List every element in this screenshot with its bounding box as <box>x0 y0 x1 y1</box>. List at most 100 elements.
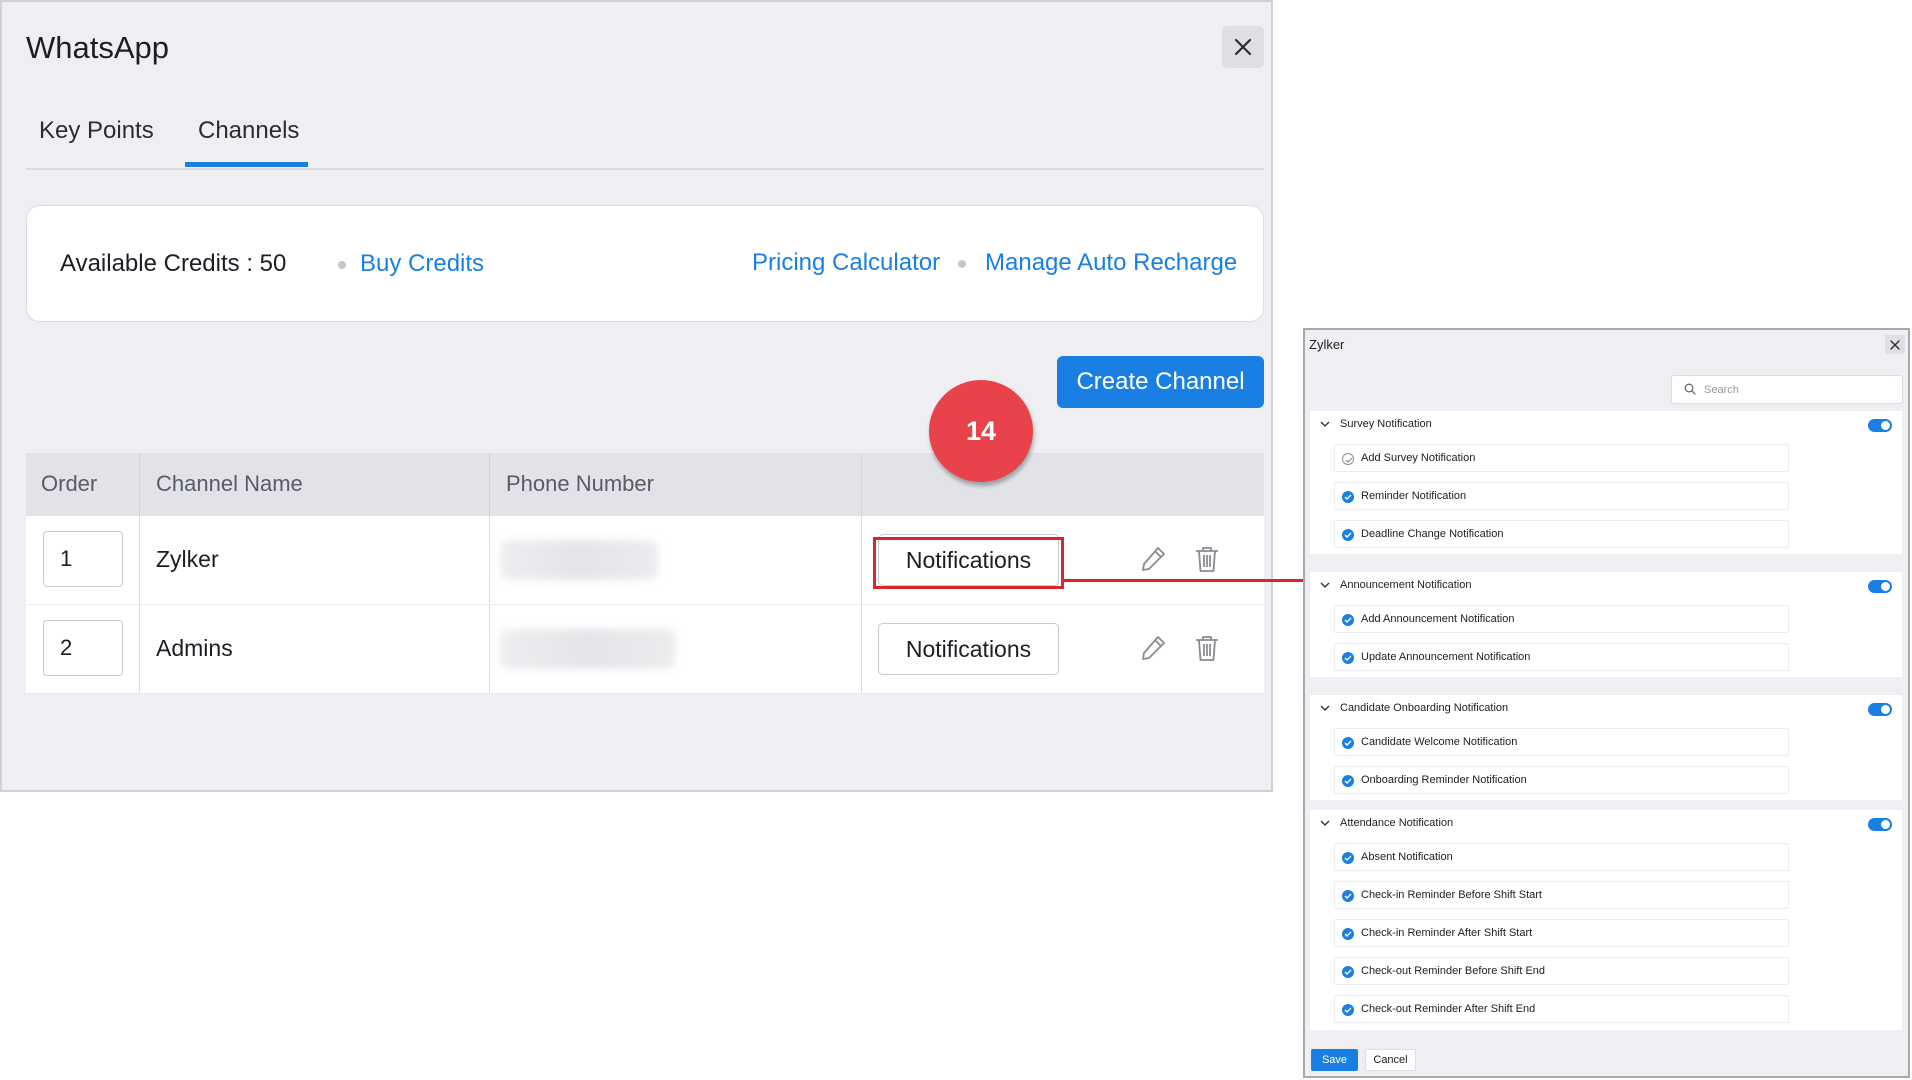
column-divider <box>139 516 140 604</box>
panel-title: Zylker <box>1309 337 1345 352</box>
cancel-button[interactable]: Cancel <box>1365 1049 1416 1071</box>
group-title: Survey Notification <box>1340 418 1432 430</box>
dialog-title: WhatsApp <box>26 30 170 65</box>
available-credits: Available Credits : 50 <box>60 250 287 277</box>
notification-item[interactable]: Check-in Reminder After Shift Start <box>1334 919 1789 947</box>
notification-item-label: Check-in Reminder Before Shift Start <box>1361 889 1542 901</box>
notification-item[interactable]: Check-out Reminder Before Shift End <box>1334 957 1789 985</box>
notification-item-label: Reminder Notification <box>1361 490 1467 502</box>
notification-item-label: Deadline Change Notification <box>1361 528 1504 540</box>
credits-card: Available Credits : 50 Buy Credits Prici… <box>26 205 1264 322</box>
order-input[interactable]: 1 <box>43 531 123 587</box>
trash-icon <box>1196 636 1218 661</box>
callout-connector-line <box>1064 579 1303 582</box>
notification-item-label: Check-out Reminder After Shift End <box>1361 1003 1536 1015</box>
pricing-calculator-link[interactable]: Pricing Calculator <box>752 249 940 277</box>
column-divider <box>861 605 862 693</box>
table-row: 2 Admins Notifications <box>26 605 1264 694</box>
group-toggle[interactable] <box>1868 580 1892 593</box>
notification-item-label: Check-out Reminder Before Shift End <box>1361 965 1546 977</box>
close-panel-button[interactable] <box>1885 335 1905 354</box>
group-title: Announcement Notification <box>1340 579 1472 591</box>
callout-highlight-box <box>873 537 1064 589</box>
chevron-down-icon[interactable] <box>1320 581 1330 589</box>
notification-item-label: Add Announcement Notification <box>1361 613 1515 625</box>
chevron-down-icon[interactable] <box>1320 420 1330 428</box>
notifications-panel: Zylker Survey Notification Add Survey No… <box>1303 328 1910 1078</box>
notification-item[interactable]: Update Announcement Notification <box>1334 643 1789 671</box>
notification-item[interactable]: Add Announcement Notification <box>1334 605 1789 633</box>
search-input[interactable] <box>1704 381 1894 399</box>
notification-group-announcement: Announcement Notification Add Announceme… <box>1310 572 1902 677</box>
column-header-order: Order <box>41 471 98 496</box>
phone-number-redacted <box>500 540 658 580</box>
column-divider <box>139 605 140 693</box>
group-title: Attendance Notification <box>1340 817 1454 829</box>
group-header: Announcement Notification <box>1310 572 1902 600</box>
notification-item[interactable]: Deadline Change Notification <box>1334 520 1789 548</box>
check-circle-icon <box>1342 652 1354 664</box>
edit-button[interactable] <box>1138 633 1168 663</box>
notifications-button[interactable]: Notifications <box>878 623 1059 675</box>
save-button[interactable]: Save <box>1311 1049 1358 1071</box>
group-toggle[interactable] <box>1868 818 1892 831</box>
separator-dot <box>958 260 966 268</box>
chevron-down-icon[interactable] <box>1320 819 1330 827</box>
search-icon <box>1684 383 1696 395</box>
column-divider <box>139 453 140 516</box>
check-circle-icon <box>1342 852 1354 864</box>
notification-item[interactable]: Check-out Reminder After Shift End <box>1334 995 1789 1023</box>
notification-item-label: Candidate Welcome Notification <box>1361 736 1518 748</box>
notification-item-label: Add Survey Notification <box>1361 452 1476 464</box>
column-divider <box>489 605 490 693</box>
notification-item[interactable]: Reminder Notification <box>1334 482 1789 510</box>
column-divider <box>489 516 490 604</box>
group-toggle[interactable] <box>1868 703 1892 716</box>
delete-button[interactable] <box>1192 633 1222 663</box>
tab-bar: Key Points Channels <box>26 112 1264 170</box>
group-title: Candidate Onboarding Notification <box>1340 702 1509 714</box>
check-circle-icon <box>1342 737 1354 749</box>
group-header: Survey Notification <box>1310 411 1902 439</box>
edit-button[interactable] <box>1138 544 1168 574</box>
column-divider <box>861 453 862 516</box>
phone-number-redacted <box>500 629 675 669</box>
notification-item-label: Onboarding Reminder Notification <box>1361 774 1527 786</box>
tab-channels[interactable]: Channels <box>198 117 299 145</box>
check-circle-icon <box>1342 529 1354 541</box>
delete-button[interactable] <box>1192 544 1222 574</box>
tab-key-points[interactable]: Key Points <box>39 117 154 145</box>
table-row: 1 Zylker Notifications <box>26 516 1264 605</box>
notification-item[interactable]: Add Survey Notification <box>1334 444 1789 472</box>
close-dialog-button[interactable] <box>1222 26 1264 68</box>
notification-item[interactable]: Absent Notification <box>1334 843 1789 871</box>
check-circle-icon <box>1342 966 1354 978</box>
check-circle-icon <box>1342 890 1354 902</box>
check-circle-icon <box>1342 1004 1354 1016</box>
buy-credits-link[interactable]: Buy Credits <box>360 250 484 278</box>
chevron-down-icon[interactable] <box>1320 704 1330 712</box>
group-header: Attendance Notification <box>1310 810 1902 838</box>
active-tab-indicator <box>185 162 308 167</box>
group-toggle[interactable] <box>1868 419 1892 432</box>
close-icon <box>1234 38 1252 56</box>
manage-auto-recharge-link[interactable]: Manage Auto Recharge <box>985 249 1237 277</box>
check-circle-icon <box>1342 775 1354 787</box>
create-channel-button[interactable]: Create Channel <box>1057 356 1264 408</box>
notification-item[interactable]: Candidate Welcome Notification <box>1334 728 1789 756</box>
column-divider <box>861 516 862 604</box>
channels-table: Order Channel Name Phone Number 1 Zylker… <box>26 453 1264 694</box>
notification-item[interactable]: Onboarding Reminder Notification <box>1334 766 1789 794</box>
close-icon <box>1890 339 1900 350</box>
pencil-icon <box>1142 636 1165 660</box>
column-header-channel-name: Channel Name <box>156 471 303 496</box>
step-number-badge: 14 <box>929 380 1033 482</box>
order-input[interactable]: 2 <box>43 620 123 676</box>
check-circle-icon <box>1342 928 1354 940</box>
notification-item-label: Check-in Reminder After Shift Start <box>1361 927 1533 939</box>
notification-item-label: Absent Notification <box>1361 851 1453 863</box>
notification-item[interactable]: Check-in Reminder Before Shift Start <box>1334 881 1789 909</box>
group-header: Candidate Onboarding Notification <box>1310 695 1902 723</box>
notification-group-attendance: Attendance Notification Absent Notificat… <box>1310 810 1902 1030</box>
pencil-icon <box>1142 547 1165 571</box>
